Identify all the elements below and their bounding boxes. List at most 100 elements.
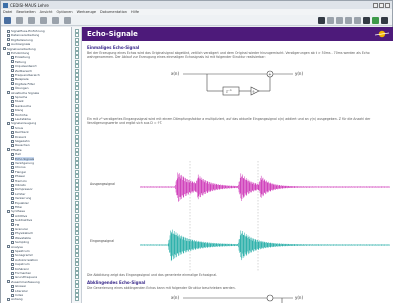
tree-expander-icon[interactable] — [11, 284, 14, 288]
tree-expander-icon[interactable] — [11, 253, 14, 257]
tree-expander-icon[interactable] — [11, 170, 14, 174]
row-checkbox[interactable] — [75, 200, 79, 205]
tree-item[interactable]: Flanger — [11, 170, 26, 174]
tree-item[interactable]: Granular — [11, 227, 28, 231]
row-checkbox[interactable] — [75, 235, 79, 240]
tree-expander-icon[interactable] — [7, 91, 10, 95]
tree-item[interactable]: Phaser — [11, 174, 25, 178]
settings-icon[interactable] — [345, 16, 352, 24]
tree-expander-icon[interactable] — [7, 121, 10, 125]
play-icon[interactable] — [336, 16, 343, 24]
tree-item[interactable]: Faltung — [11, 60, 26, 64]
row-checkbox[interactable] — [75, 262, 79, 267]
tree-item[interactable]: Wavetable — [11, 236, 31, 240]
tree-expander-icon[interactable] — [7, 51, 10, 55]
tree-item[interactable]: Sägezahn — [11, 139, 30, 143]
tree-expander-icon[interactable] — [11, 152, 14, 156]
tree-item[interactable]: Zeitbereich — [11, 69, 32, 73]
tree-expander-icon[interactable] — [7, 280, 10, 284]
minimize-button[interactable] — [373, 2, 378, 8]
tree-item[interactable]: Vibrato — [11, 183, 26, 187]
row-checkbox[interactable] — [75, 103, 79, 108]
tree-item[interactable]: Sinus — [11, 126, 23, 130]
row-checkbox[interactable] — [75, 90, 79, 95]
tree-expander-icon[interactable] — [11, 262, 14, 266]
row-checkbox[interactable] — [75, 284, 79, 289]
row-checkbox[interactable] — [75, 37, 79, 42]
grid-icon[interactable] — [354, 16, 361, 24]
tree-item[interactable]: Chorus — [11, 165, 26, 169]
tree-expander-icon[interactable] — [11, 201, 14, 205]
tree-expander-icon[interactable] — [11, 143, 14, 147]
tree-expander-icon[interactable] — [11, 174, 14, 178]
tree-expander-icon[interactable] — [11, 99, 14, 103]
tree-expander-icon[interactable] — [11, 126, 14, 130]
search-icon[interactable] — [64, 16, 71, 24]
tree-expander-icon[interactable] — [11, 86, 14, 90]
tree-expander-icon[interactable] — [11, 192, 14, 196]
row-checkbox[interactable] — [75, 86, 79, 91]
tree-expander-icon[interactable] — [11, 104, 14, 108]
tree-item[interactable]: Übungen — [11, 86, 29, 90]
tree-item[interactable]: Einleitung — [11, 55, 30, 59]
row-checkbox[interactable] — [75, 222, 79, 227]
tree-item[interactable]: Signalerzeugung — [7, 121, 36, 125]
tree-item[interactable]: Equalizer — [11, 201, 29, 205]
row-checkbox[interactable] — [75, 64, 79, 69]
close-button[interactable] — [385, 2, 390, 8]
row-checkbox[interactable] — [75, 209, 79, 214]
row-checkbox[interactable] — [75, 165, 79, 170]
save-icon[interactable] — [4, 16, 11, 24]
tree-item[interactable]: Echobildung — [7, 51, 29, 55]
tree-expander-icon[interactable] — [11, 289, 14, 293]
tree-item[interactable]: Echo-Signale — [11, 156, 35, 161]
tree-item[interactable]: Literatur — [11, 289, 28, 293]
print-icon[interactable] — [16, 16, 23, 24]
tree-item[interactable]: Kompressor — [11, 187, 33, 191]
tree-item[interactable]: Rauschen — [11, 143, 30, 147]
row-checkbox[interactable] — [75, 271, 79, 275]
row-checkbox[interactable] — [75, 297, 79, 302]
forward-icon[interactable] — [40, 16, 47, 24]
info-icon[interactable] — [363, 16, 370, 24]
tree-item[interactable]: Kohärenz — [11, 267, 29, 271]
tree-item[interactable]: Lautstärke — [11, 117, 31, 121]
tree-expander-icon[interactable] — [11, 77, 14, 81]
row-checkbox[interactable] — [75, 130, 79, 135]
tree-expander-icon[interactable] — [11, 231, 14, 235]
row-checkbox[interactable] — [75, 257, 79, 262]
tree-item[interactable]: Beispiele — [11, 77, 29, 81]
tree-expander-icon[interactable] — [11, 165, 14, 169]
tree-expander-icon[interactable] — [11, 205, 14, 209]
tree-item[interactable]: Limiter — [11, 192, 26, 196]
row-checkbox[interactable] — [75, 46, 79, 51]
tree-expander-icon[interactable] — [11, 249, 14, 253]
tree-expander-icon[interactable] — [7, 38, 10, 42]
tree-item[interactable]: Verzerrung — [11, 196, 31, 200]
row-checkbox[interactable] — [75, 244, 79, 249]
row-checkbox[interactable] — [75, 117, 79, 121]
tree-expander-icon[interactable] — [7, 297, 10, 301]
row-checkbox[interactable] — [75, 143, 79, 148]
menu-item-ansicht[interactable]: Ansicht — [40, 10, 53, 14]
row-checkbox[interactable] — [75, 240, 79, 245]
tree-expander-icon[interactable] — [11, 187, 14, 191]
tree-item[interactable]: Rechteck — [11, 130, 29, 134]
tree-expander-icon[interactable] — [11, 82, 14, 86]
tree-item[interactable]: Sonagramm — [11, 253, 33, 257]
tree-item[interactable]: Dreieck — [11, 135, 26, 139]
tree-item[interactable]: Index — [11, 293, 23, 297]
tree-expander-icon[interactable] — [3, 47, 6, 51]
tree-item[interactable]: Grundfrequenz — [11, 275, 37, 279]
row-checkbox[interactable] — [75, 55, 79, 60]
tree-expander-icon[interactable] — [11, 60, 14, 64]
tree-item[interactable]: Akustische Signale — [7, 91, 39, 95]
tree-item[interactable]: Tonhöhe — [11, 113, 28, 117]
row-checkbox[interactable] — [75, 213, 79, 218]
row-checkbox[interactable] — [75, 266, 79, 271]
tree-expander-icon[interactable] — [11, 183, 14, 187]
row-checkbox[interactable] — [75, 42, 79, 47]
row-checkbox[interactable] — [75, 121, 79, 126]
help-icon[interactable] — [381, 16, 388, 24]
menu-item-optionen[interactable]: Optionen — [57, 10, 73, 14]
